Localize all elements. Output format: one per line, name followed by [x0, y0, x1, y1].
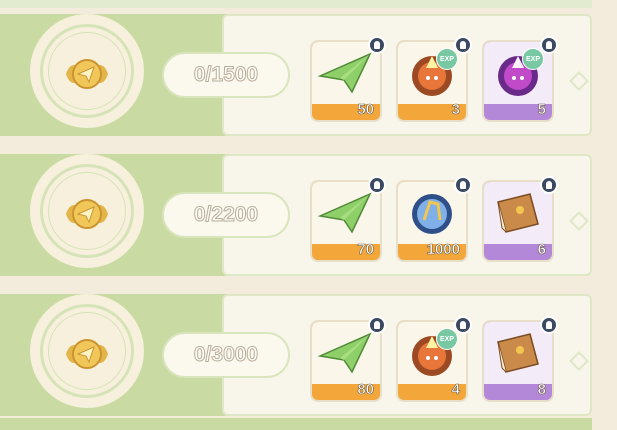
top-edge: [0, 0, 592, 8]
exp-badge: EXP: [436, 328, 458, 350]
progress-counter: 0/3000: [162, 332, 290, 378]
reward-row: 0/3000 80 4 EXP 8: [0, 294, 592, 416]
info-pin-icon[interactable]: [540, 176, 558, 194]
progress-counter: 0/2200: [162, 192, 290, 238]
book-icon: [497, 193, 539, 233]
item-count: 5: [537, 101, 546, 119]
paper-plane-icon: [318, 52, 372, 94]
reward-row: 0/2200 70 1000 6: [0, 154, 592, 276]
info-pin-icon[interactable]: [454, 36, 472, 54]
paper-plane-icon: [318, 332, 372, 374]
item-count: 50: [357, 101, 374, 119]
info-pin-icon[interactable]: [540, 316, 558, 334]
book-icon: [497, 333, 539, 373]
gold-plane-coin-icon: [66, 339, 108, 369]
item-count: 3: [451, 101, 460, 119]
paper-plane-icon: [318, 192, 372, 234]
info-pin-icon[interactable]: [540, 36, 558, 54]
exp-badge: EXP: [436, 48, 458, 70]
item-count: 6: [537, 241, 546, 259]
item-count: 80: [357, 381, 374, 399]
item-count: 4: [451, 381, 460, 399]
progress-counter: 0/1500: [162, 52, 290, 98]
item-count: 8: [537, 381, 546, 399]
info-pin-icon[interactable]: [368, 36, 386, 54]
gold-plane-coin-icon: [66, 199, 108, 229]
crystal-orb-icon: [412, 194, 452, 234]
info-pin-icon[interactable]: [454, 316, 472, 334]
info-pin-icon[interactable]: [368, 176, 386, 194]
exp-badge: EXP: [522, 48, 544, 70]
item-count: 1000: [426, 241, 460, 259]
bottom-edge: [0, 418, 592, 430]
reward-row: 0/1500 50 3 EXP 5 EXP: [0, 14, 592, 136]
gold-plane-coin-icon: [66, 59, 108, 89]
info-pin-icon[interactable]: [454, 176, 472, 194]
info-pin-icon[interactable]: [368, 316, 386, 334]
item-count: 70: [357, 241, 374, 259]
